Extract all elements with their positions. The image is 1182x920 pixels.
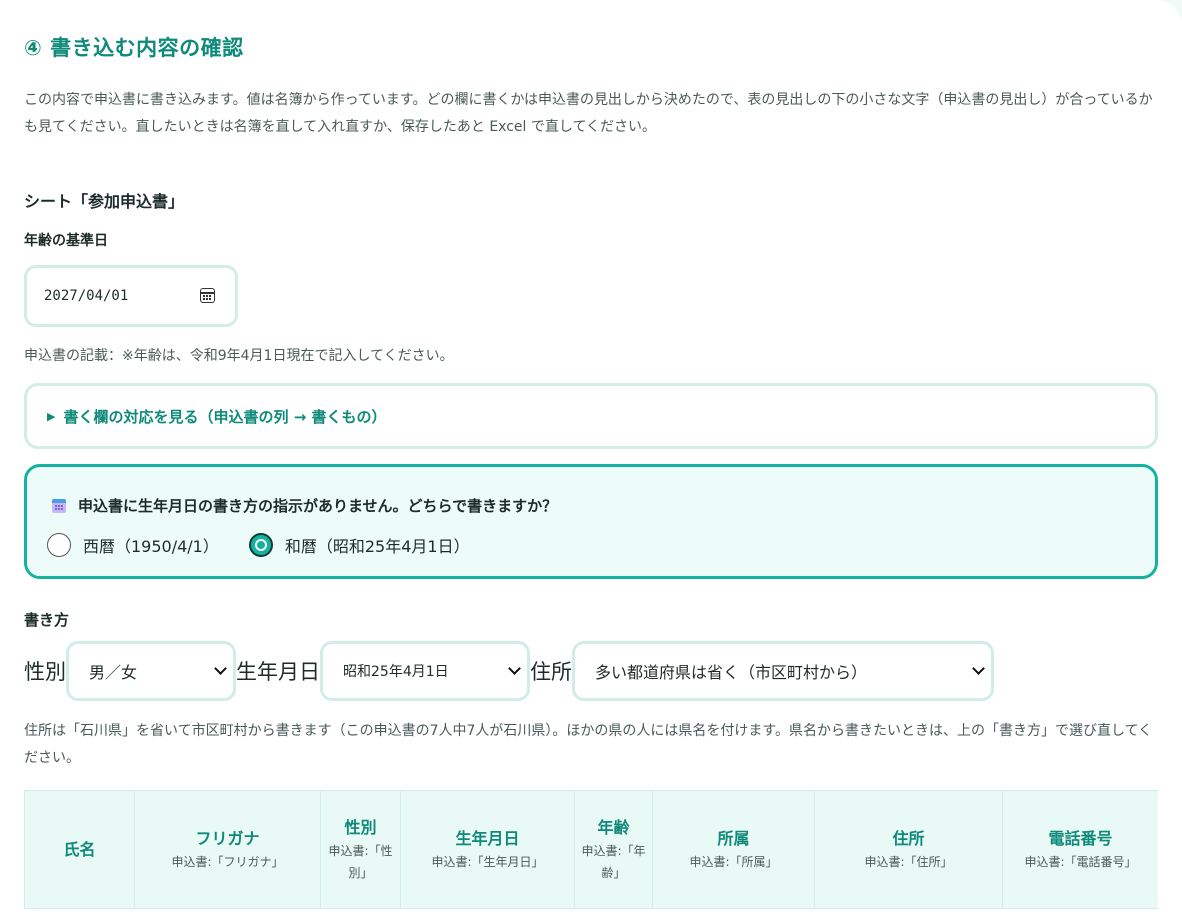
column-header-label: 生年月日 bbox=[455, 828, 520, 848]
mapping-disclosure[interactable]: ▶ 書く欄の対応を見る（申込書の列 → 書くもの） bbox=[24, 383, 1158, 449]
age-base-date-input[interactable]: 2027/04/01 bbox=[24, 265, 238, 327]
radio-option-wareki[interactable]: 和暦（昭和25年4月1日） bbox=[248, 533, 470, 557]
howto-row: 性別 男／女 生年月日 昭和25年4月1日 住所 多い都道府県は省く（市区町村か… bbox=[24, 641, 994, 701]
column-header-source: 申込書:「フリガナ」 bbox=[171, 854, 284, 869]
mapping-summary: 書く欄の対応を見る（申込書の列 → 書くもの） bbox=[63, 407, 387, 426]
gender-label: 性別 bbox=[24, 660, 66, 684]
column-header-source: 申込書:「生年月日」 bbox=[431, 854, 544, 869]
birth-format-panel: 申込書に生年月日の書き方の指示がありません。どちらで書きますか？ 西暦（1950… bbox=[24, 464, 1158, 579]
main-card: ④ 書き込む内容の確認 この内容で申込書に書き込みます。値は名簿から作っています… bbox=[0, 0, 1182, 920]
column-header-gender: 性別 申込書:「性別」 bbox=[320, 790, 401, 909]
preview-table-wrap: 氏名 フリガナ 申込書:「フリガナ」 性別 申込書:「性別」 生年月日 申込書:… bbox=[24, 790, 1158, 920]
column-header-source: 申込書:「年齢」 bbox=[581, 843, 646, 880]
column-header-source: 申込書:「性別」 bbox=[328, 843, 393, 880]
birth-format-question: 申込書に生年月日の書き方の指示がありません。どちらで書きますか？ bbox=[78, 497, 558, 515]
age-base-label: 年齢の基準日 bbox=[24, 233, 108, 249]
column-header-label: 所属 bbox=[717, 828, 750, 848]
chevron-down-icon bbox=[508, 662, 521, 675]
gender-select[interactable]: 男／女 bbox=[66, 641, 236, 701]
birth-label: 生年月日 bbox=[236, 660, 320, 684]
birth-select-value: 昭和25年4月1日 bbox=[343, 664, 449, 680]
column-header-name: 氏名 bbox=[24, 790, 135, 909]
column-header-label: 氏名 bbox=[63, 839, 96, 859]
section-title: ④ 書き込む内容の確認 bbox=[24, 36, 244, 60]
radio-button[interactable] bbox=[47, 533, 71, 557]
address-note: 住所は「石川県」を省いて市区町村から書きます（この申込書の7人中7人が石川県）。… bbox=[24, 723, 1153, 766]
column-header-birthdate: 生年月日 申込書:「生年月日」 bbox=[400, 790, 575, 909]
table-header-row: 氏名 フリガナ 申込書:「フリガナ」 性別 申込書:「性別」 生年月日 申込書:… bbox=[24, 790, 1158, 909]
intro-text: この内容で申込書に書き込みます。値は名簿から作っています。どの欄に書くかは申込書… bbox=[24, 92, 1153, 135]
birth-select[interactable]: 昭和25年4月1日 bbox=[320, 641, 530, 701]
chevron-down-icon bbox=[972, 662, 985, 675]
address-select-value: 多い都道府県は省く（市区町村から） bbox=[595, 663, 868, 682]
birth-format-question-row: 申込書に生年月日の書き方の指示がありません。どちらで書きますか？ bbox=[52, 495, 557, 516]
howto-label: 書き方 bbox=[24, 611, 70, 629]
column-header-source: 申込書:「電話番号」 bbox=[1024, 854, 1137, 869]
column-header-age: 年齢 申込書:「年齢」 bbox=[574, 790, 653, 909]
calendar-icon[interactable] bbox=[200, 288, 215, 303]
sheet-heading: シート「参加申込書」 bbox=[24, 192, 185, 211]
column-header-affiliation: 所属 申込書:「所属」 bbox=[652, 790, 815, 909]
age-base-date-value: 2027/04/01 bbox=[44, 288, 129, 304]
preview-table: 氏名 フリガナ 申込書:「フリガナ」 性別 申込書:「性別」 生年月日 申込書:… bbox=[24, 790, 1158, 909]
column-header-source: 申込書:「住所」 bbox=[864, 854, 953, 869]
age-base-note: 申込書の記載：※年齢は、令和9年4月1日現在で記入してください。 bbox=[24, 348, 454, 364]
chevron-down-icon bbox=[214, 662, 227, 675]
column-header-phone: 電話番号 申込書:「電話番号」 bbox=[1002, 790, 1158, 909]
column-header-label: 住所 bbox=[892, 828, 925, 848]
address-select[interactable]: 多い都道府県は省く（市区町村から） bbox=[572, 641, 994, 701]
column-header-label: 電話番号 bbox=[1048, 828, 1113, 848]
column-header-source: 申込書:「所属」 bbox=[689, 854, 778, 869]
radio-label: 西暦（1950/4/1） bbox=[83, 537, 219, 556]
address-label: 住所 bbox=[530, 660, 572, 684]
column-header-label: フリガナ bbox=[195, 828, 260, 848]
column-header-label: 性別 bbox=[344, 817, 377, 837]
disclosure-triangle-icon: ▶ bbox=[47, 409, 56, 423]
column-header-address: 住所 申込書:「住所」 bbox=[814, 790, 1003, 909]
column-header-label: 年齢 bbox=[597, 817, 630, 837]
radio-label: 和暦（昭和25年4月1日） bbox=[284, 537, 470, 556]
column-header-furigana: フリガナ 申込書:「フリガナ」 bbox=[134, 790, 321, 909]
radio-button-checked[interactable] bbox=[248, 533, 273, 557]
radio-option-seireki[interactable]: 西暦（1950/4/1） bbox=[47, 533, 219, 557]
calendar-icon bbox=[52, 498, 66, 513]
birth-format-options: 西暦（1950/4/1） 和暦（昭和25年4月1日） bbox=[47, 533, 500, 557]
gender-select-value: 男／女 bbox=[89, 663, 138, 682]
